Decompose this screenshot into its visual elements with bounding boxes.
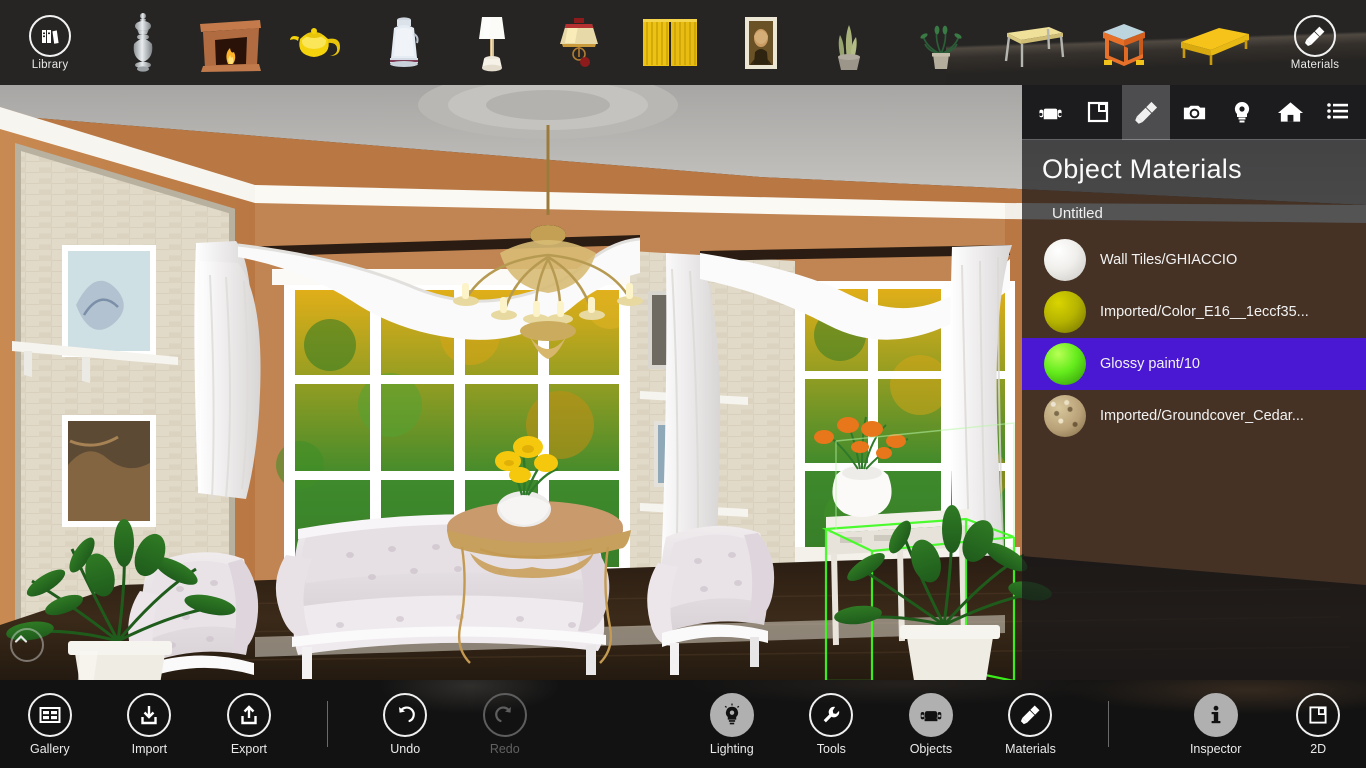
materials-top-label: Materials xyxy=(1290,58,1340,71)
2d-view-button[interactable]: 2D xyxy=(1270,692,1366,756)
inspector-label: Inspector xyxy=(1189,741,1242,756)
object-thumbnail-cactus[interactable] xyxy=(804,8,896,78)
material-row-2[interactable]: Glossy paint/10 xyxy=(1022,338,1366,390)
books-library-icon xyxy=(29,14,71,57)
camera-icon xyxy=(1183,105,1205,119)
object-thumbnail-potted-plant[interactable] xyxy=(896,8,986,78)
object-thumbnail-silver-vase[interactable] xyxy=(100,8,186,78)
bottom-toolbar: Gallery Import Export Undo Redo Lighting… xyxy=(0,680,1366,768)
object-thumbnail-low-table[interactable] xyxy=(1168,8,1260,78)
export-button[interactable]: Export xyxy=(199,692,299,756)
tab-camera[interactable] xyxy=(1170,85,1218,140)
object-thumbnail-side-table[interactable] xyxy=(1080,8,1168,78)
export-label: Export xyxy=(230,741,267,756)
gallery-button[interactable]: Gallery xyxy=(0,692,100,756)
library-label: Library xyxy=(31,58,69,71)
list-icon xyxy=(1327,103,1348,119)
object-thumbnail-fireplace[interactable] xyxy=(186,8,274,78)
object-thumbnail-table-lamp[interactable] xyxy=(448,8,536,78)
floorplan-icon xyxy=(1296,692,1341,737)
tab-2d-plan[interactable] xyxy=(1074,85,1122,140)
redo-button[interactable]: Redo xyxy=(455,692,555,756)
lightbulb-icon xyxy=(1234,101,1250,123)
import-label: Import xyxy=(131,741,168,756)
lighting-label: Lighting xyxy=(709,741,754,756)
undo-arrow-icon xyxy=(383,692,428,737)
material-row-0[interactable]: Wall Tiles/GHIACCIO xyxy=(1022,234,1366,286)
undo-button[interactable]: Undo xyxy=(355,692,455,756)
material-name: Imported/Color_E16__1eccf35... xyxy=(1100,304,1309,320)
toolbar-divider-2 xyxy=(1108,701,1110,747)
floorplan-icon xyxy=(1087,101,1109,123)
objects-button[interactable]: Objects xyxy=(881,692,981,756)
tab-lighting[interactable] xyxy=(1218,85,1266,140)
object-thumbnail-milk-can[interactable] xyxy=(360,8,448,78)
material-name: Wall Tiles/GHIACCIO xyxy=(1100,252,1238,268)
home-icon xyxy=(1277,102,1303,122)
gallery-icon xyxy=(27,692,72,737)
panel-title: Object Materials xyxy=(1042,154,1242,184)
paintbrush-icon xyxy=(1294,14,1336,57)
undo-label: Undo xyxy=(390,741,421,756)
object-materials-panel: Object Materials Untitled Wall Tiles/GHI… xyxy=(1022,85,1366,680)
material-swatch xyxy=(1044,343,1086,385)
gallery-label: Gallery xyxy=(29,741,70,756)
tab-home[interactable] xyxy=(1266,85,1314,140)
redo-arrow-icon xyxy=(482,692,527,737)
import-download-icon xyxy=(127,692,172,737)
export-upload-icon xyxy=(226,692,271,737)
lighting-button[interactable]: Lighting xyxy=(682,692,782,756)
materials-bottom-label: Materials xyxy=(1005,741,1056,756)
object-thumbnail-table[interactable] xyxy=(986,8,1080,78)
armchair-icon xyxy=(1038,108,1062,119)
material-swatch xyxy=(1044,395,1086,437)
object-thumbnail-lamp-shade[interactable] xyxy=(536,8,622,78)
material-row-1[interactable]: Imported/Color_E16__1eccf35... xyxy=(1022,286,1366,338)
wrench-icon xyxy=(809,692,854,737)
collapse-toolbar-button[interactable] xyxy=(10,628,44,662)
redo-label: Redo xyxy=(489,741,520,756)
info-icon xyxy=(1193,692,1238,737)
lightbulb-icon xyxy=(709,692,754,737)
panel-tab-bar xyxy=(1022,85,1366,140)
material-name: Imported/Groundcover_Cedar... xyxy=(1100,408,1304,424)
armchair-icon xyxy=(908,692,953,737)
2d-label: 2D xyxy=(1310,741,1327,756)
material-swatch xyxy=(1044,239,1086,281)
toolbar-divider-1 xyxy=(326,701,328,747)
paintbrush-icon xyxy=(1134,101,1157,124)
material-row-3[interactable]: Imported/Groundcover_Cedar... xyxy=(1022,390,1366,442)
object-thumbnail-teapot[interactable] xyxy=(274,8,360,78)
object-thumbnail-curtains[interactable] xyxy=(622,8,718,78)
objects-label: Objects xyxy=(909,741,953,756)
tools-label: Tools xyxy=(816,741,846,756)
materials-top-button[interactable]: Materials xyxy=(1264,0,1366,85)
top-toolbar: Library Materials xyxy=(0,0,1366,85)
tab-materials[interactable] xyxy=(1122,85,1170,140)
tab-objects[interactable] xyxy=(1026,85,1074,140)
library-button[interactable]: Library xyxy=(0,0,100,85)
tab-list[interactable] xyxy=(1314,85,1362,140)
import-button[interactable]: Import xyxy=(100,692,200,756)
materials-list: Wall Tiles/GHIACCIO Imported/Color_E16__… xyxy=(1022,234,1366,442)
application-window: Library Materials Object Materials Untit… xyxy=(0,0,1366,768)
paintbrush-icon xyxy=(1008,692,1053,737)
inspector-button[interactable]: Inspector xyxy=(1161,692,1271,756)
material-swatch xyxy=(1044,291,1086,333)
tools-button[interactable]: Tools xyxy=(782,692,882,756)
panel-subtitle: Untitled xyxy=(1052,205,1103,222)
material-name: Glossy paint/10 xyxy=(1100,356,1200,372)
chevron-up-icon xyxy=(14,634,28,643)
object-thumbnail-painting[interactable] xyxy=(718,8,804,78)
materials-button[interactable]: Materials xyxy=(981,692,1081,756)
